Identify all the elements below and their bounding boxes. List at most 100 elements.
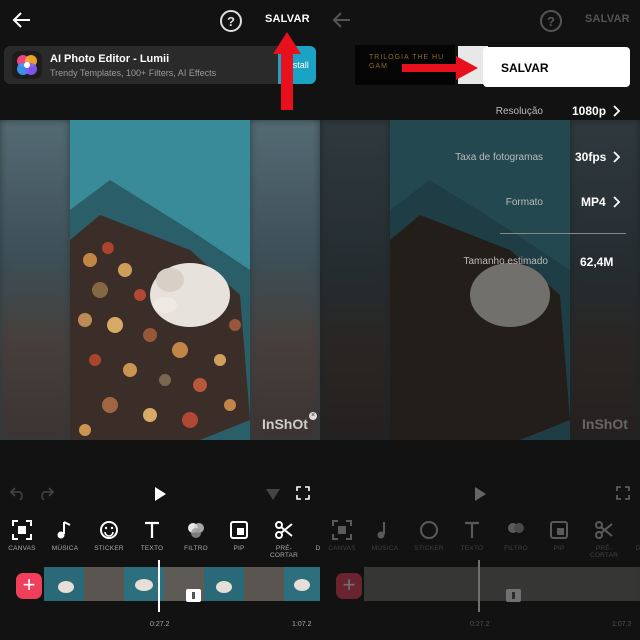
tool-sticker[interactable]: STICKER [407, 515, 451, 552]
tool-bar: CANVAS MÚSICA STICKER TEXTO FILTRO PIP P… [320, 515, 640, 559]
tool-text[interactable]: TEXTO [450, 515, 494, 552]
save-button[interactable]: SALVAR [585, 13, 630, 25]
undo-icon[interactable] [10, 486, 26, 500]
tool-canvas[interactable]: CANVAS [0, 515, 44, 552]
resolution-label: Resolução [495, 106, 543, 117]
chevron-right-icon[interactable] [613, 196, 621, 208]
tool-label: TEXTO [460, 545, 484, 552]
video-preview[interactable]: InShOt × [0, 120, 320, 440]
tool-bar: CANVAS MÚSICA STICKER TEXTO FILTRO PIP P… [0, 515, 320, 559]
tool-sticker[interactable]: STICKER [87, 515, 131, 552]
video-frame [70, 120, 250, 440]
tool-label: STICKER [414, 545, 444, 552]
back-arrow-icon[interactable] [10, 8, 34, 32]
tool-canvas[interactable]: CANVAS [320, 515, 364, 552]
back-arrow-icon[interactable] [330, 8, 354, 32]
ad-title: AI Photo Editor - Lumii [50, 53, 170, 65]
total-time: 1:07.2 [612, 621, 632, 628]
help-icon[interactable]: ? [220, 10, 242, 32]
filter-circles-icon [188, 523, 204, 538]
play-icon[interactable] [154, 487, 166, 501]
blurred-background-left [320, 120, 390, 440]
remove-watermark-icon[interactable]: × [309, 412, 317, 420]
tool-music[interactable]: MÚSICA [363, 515, 407, 552]
save-confirm-button[interactable]: SALVAR [483, 47, 630, 87]
filter-circles-icon [508, 523, 524, 533]
framerate-value[interactable]: 30fps [575, 150, 606, 164]
clip-thumbnails[interactable] [364, 567, 640, 601]
text-t-icon [465, 521, 479, 538]
annotation-up-arrow-icon [273, 32, 301, 110]
current-time: 0:27.2 [470, 621, 490, 628]
add-clip-button[interactable]: + [16, 573, 42, 599]
blurred-background-right [250, 120, 320, 440]
format-value[interactable]: MP4 [581, 195, 606, 209]
fullscreen-icon[interactable] [296, 486, 310, 500]
save-button[interactable]: SALVAR [265, 13, 310, 25]
tool-pip[interactable]: PIP [537, 515, 581, 552]
lumii-logo-icon [12, 51, 42, 79]
text-t-icon [145, 521, 159, 538]
scissors-icon [275, 521, 293, 539]
smiley-icon [420, 521, 438, 539]
trim-handle[interactable] [506, 589, 521, 602]
scissors-icon [595, 521, 613, 539]
estimated-size-label: Tamanho estimado [463, 256, 549, 267]
canvas-icon [12, 520, 32, 540]
tool-label: CANVAS [8, 545, 36, 552]
music-note-icon [377, 522, 385, 539]
tool-label: MÚSICA [51, 545, 79, 552]
playback-controls [320, 480, 640, 508]
editor-panel-right: ? SALVAR InShOt CANVAS MÚSICA STICKER TE… [320, 0, 640, 640]
video-preview: InShOt [320, 120, 640, 440]
top-bar: ? SALVAR [320, 0, 640, 40]
tool-label: STICKER [94, 545, 124, 552]
blurred-background-left [0, 120, 70, 440]
tool-text[interactable]: TEXTO [130, 515, 174, 552]
framerate-label: Taxa de fotogramas [455, 152, 543, 163]
chevron-right-icon[interactable] [613, 151, 621, 163]
blurred-background-right [570, 120, 640, 440]
redo-icon[interactable] [38, 486, 54, 500]
clip-thumbnails[interactable] [44, 567, 320, 601]
video-frame [390, 120, 570, 440]
tool-filter[interactable]: FILTRO [494, 515, 538, 552]
keyframe-icon[interactable] [265, 486, 281, 502]
tool-label: MÚSICA [371, 545, 399, 552]
trim-handle[interactable] [186, 589, 201, 602]
tool-filter[interactable]: FILTRO [174, 515, 218, 552]
help-icon[interactable]: ? [540, 10, 562, 32]
tool-label: CANVAS [328, 545, 356, 552]
divider [500, 233, 626, 234]
tool-label: FILTRO [184, 545, 208, 552]
estimated-size-value: 62,4M [580, 255, 614, 269]
tool-label: TEXTO [140, 545, 164, 552]
playhead[interactable] [158, 560, 160, 612]
tool-label: D [315, 545, 320, 552]
editor-panel-left: ? SALVAR AI Photo Editor - Lumii Trendy … [0, 0, 320, 640]
tool-label: PIP [553, 545, 565, 552]
current-time: 0:27.2 [150, 621, 170, 628]
tool-music[interactable]: MÚSICA [43, 515, 87, 552]
tool-partial[interactable]: D [296, 515, 320, 552]
pip-icon [230, 521, 248, 539]
playhead[interactable] [478, 560, 480, 612]
ad-banner[interactable]: AI Photo Editor - Lumii Trendy Templates… [4, 46, 316, 84]
format-label: Formato [505, 197, 543, 208]
timeline[interactable]: + [0, 560, 320, 612]
inshot-watermark: InShOt [262, 416, 308, 432]
play-icon[interactable] [474, 487, 486, 501]
tool-label: PIP [233, 545, 245, 552]
tool-pip[interactable]: PIP [217, 515, 261, 552]
playback-controls [0, 480, 320, 508]
tool-partial[interactable]: D [616, 515, 640, 552]
chevron-right-icon[interactable] [613, 105, 621, 117]
pip-icon [550, 521, 568, 539]
fullscreen-icon[interactable] [616, 486, 630, 500]
timeline[interactable]: + [320, 560, 640, 612]
add-clip-button[interactable]: + [336, 573, 362, 599]
total-time: 1:07.2 [292, 621, 312, 628]
tool-label: D [635, 545, 640, 552]
inshot-watermark: InShOt [582, 416, 628, 432]
resolution-value[interactable]: 1080p [572, 104, 606, 118]
